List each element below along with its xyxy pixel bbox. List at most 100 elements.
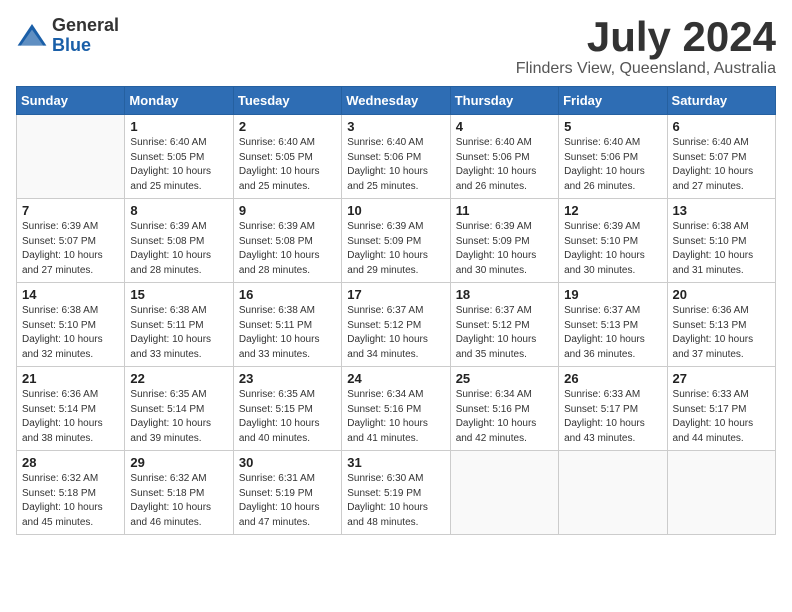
weekday-header-tuesday: Tuesday <box>233 87 341 115</box>
logo-text: General Blue <box>52 16 119 56</box>
day-info: Sunrise: 6:35 AMSunset: 5:15 PMDaylight:… <box>239 388 336 446</box>
day-number: 21 <box>22 371 119 386</box>
calendar-cell <box>559 451 667 535</box>
day-number: 9 <box>239 203 336 218</box>
day-number: 18 <box>456 287 553 302</box>
calendar-cell: 10 Sunrise: 6:39 AMSunset: 5:09 PMDayligh… <box>342 199 450 283</box>
day-info: Sunrise: 6:40 AMSunset: 5:06 PMDaylight:… <box>564 136 661 194</box>
calendar-cell: 26Sunrise: 6:33 AMSunset: 5:17 PMDayligh… <box>559 367 667 451</box>
day-info: Sunrise: 6:39 AMSunset: 5:08 PMDaylight:… <box>130 220 227 278</box>
calendar-cell: 18 Sunrise: 6:37 AMSunset: 5:12 PMDayligh… <box>450 283 558 367</box>
calendar-cell: 29 Sunrise: 6:32 AMSunset: 5:18 PMDayligh… <box>125 451 233 535</box>
day-info: Sunrise: 6:40 AMSunset: 5:05 PMDaylight:… <box>239 136 336 194</box>
calendar-cell: 17 Sunrise: 6:37 AMSunset: 5:12 PMDayligh… <box>342 283 450 367</box>
calendar-cell: 20 Sunrise: 6:36 AMSunset: 5:13 PMDayligh… <box>667 283 775 367</box>
day-info: Sunrise: 6:36 AMSunset: 5:14 PMDaylight:… <box>22 388 119 446</box>
day-number: 24 <box>347 371 444 386</box>
calendar-cell <box>17 115 125 199</box>
day-info: Sunrise: 6:40 AMSunset: 5:06 PMDaylight:… <box>456 136 553 194</box>
calendar-cell: 11 Sunrise: 6:39 AMSunset: 5:09 PMDayligh… <box>450 199 558 283</box>
day-info: Sunrise: 6:30 AMSunset: 5:19 PMDaylight:… <box>347 472 444 530</box>
day-info: Sunrise: 6:37 AMSunset: 5:12 PMDaylight:… <box>456 304 553 362</box>
calendar-cell <box>667 451 775 535</box>
calendar-cell: 14 Sunrise: 6:38 AMSunset: 5:10 PMDayligh… <box>17 283 125 367</box>
day-number: 14 <box>22 287 119 302</box>
day-number: 4 <box>456 119 553 134</box>
day-info: Sunrise: 6:33 AMSunset: 5:17 PMDaylight:… <box>564 388 661 446</box>
day-number: 12 <box>564 203 661 218</box>
weekday-header-monday: Monday <box>125 87 233 115</box>
day-info: Sunrise: 6:39 AMSunset: 5:10 PMDaylight:… <box>564 220 661 278</box>
calendar-cell: 1Sunrise: 6:40 AMSunset: 5:05 PMDaylight… <box>125 115 233 199</box>
logo-icon <box>16 20 48 52</box>
calendar-week-2: 7 Sunrise: 6:39 AMSunset: 5:07 PMDaylight… <box>17 199 776 283</box>
calendar-cell: 30 Sunrise: 6:31 AMSunset: 5:19 PMDayligh… <box>233 451 341 535</box>
calendar-cell: 16Sunrise: 6:38 AMSunset: 5:11 PMDayligh… <box>233 283 341 367</box>
day-info: Sunrise: 6:32 AMSunset: 5:18 PMDaylight:… <box>130 472 227 530</box>
day-info: Sunrise: 6:32 AMSunset: 5:18 PMDaylight:… <box>22 472 119 530</box>
day-number: 7 <box>22 203 119 218</box>
calendar-cell: 27 Sunrise: 6:33 AMSunset: 5:17 PMDayligh… <box>667 367 775 451</box>
day-info: Sunrise: 6:37 AMSunset: 5:13 PMDaylight:… <box>564 304 661 362</box>
calendar-cell: 6 Sunrise: 6:40 AMSunset: 5:07 PMDaylight… <box>667 115 775 199</box>
day-number: 16 <box>239 287 336 302</box>
calendar-cell: 2 Sunrise: 6:40 AMSunset: 5:05 PMDaylight… <box>233 115 341 199</box>
day-number: 27 <box>673 371 770 386</box>
weekday-header-sunday: Sunday <box>17 87 125 115</box>
day-number: 15 <box>130 287 227 302</box>
day-info: Sunrise: 6:36 AMSunset: 5:13 PMDaylight:… <box>673 304 770 362</box>
day-number: 11 <box>456 203 553 218</box>
day-number: 20 <box>673 287 770 302</box>
day-info: Sunrise: 6:40 AMSunset: 5:05 PMDaylight:… <box>130 136 227 194</box>
calendar-cell: 22Sunrise: 6:35 AMSunset: 5:14 PMDayligh… <box>125 367 233 451</box>
weekday-header-thursday: Thursday <box>450 87 558 115</box>
logo-blue: Blue <box>52 35 91 55</box>
calendar-week-3: 14 Sunrise: 6:38 AMSunset: 5:10 PMDayligh… <box>17 283 776 367</box>
day-info: Sunrise: 6:39 AMSunset: 5:08 PMDaylight:… <box>239 220 336 278</box>
day-info: Sunrise: 6:37 AMSunset: 5:12 PMDaylight:… <box>347 304 444 362</box>
page-header: General Blue July 2024 Flinders View, Qu… <box>16 16 776 78</box>
day-info: Sunrise: 6:34 AMSunset: 5:16 PMDaylight:… <box>347 388 444 446</box>
calendar-cell: 24 Sunrise: 6:34 AMSunset: 5:16 PMDayligh… <box>342 367 450 451</box>
day-info: Sunrise: 6:33 AMSunset: 5:17 PMDaylight:… <box>673 388 770 446</box>
day-number: 30 <box>239 455 336 470</box>
day-info: Sunrise: 6:39 AMSunset: 5:07 PMDaylight:… <box>22 220 119 278</box>
calendar-week-5: 28 Sunrise: 6:32 AMSunset: 5:18 PMDayligh… <box>17 451 776 535</box>
logo: General Blue <box>16 16 119 56</box>
day-number: 6 <box>673 119 770 134</box>
day-number: 10 <box>347 203 444 218</box>
calendar-cell: 7 Sunrise: 6:39 AMSunset: 5:07 PMDaylight… <box>17 199 125 283</box>
day-info: Sunrise: 6:34 AMSunset: 5:16 PMDaylight:… <box>456 388 553 446</box>
day-number: 28 <box>22 455 119 470</box>
calendar-cell: 3 Sunrise: 6:40 AMSunset: 5:06 PMDaylight… <box>342 115 450 199</box>
calendar-cell: 31Sunrise: 6:30 AMSunset: 5:19 PMDayligh… <box>342 451 450 535</box>
day-info: Sunrise: 6:39 AMSunset: 5:09 PMDaylight:… <box>456 220 553 278</box>
day-number: 17 <box>347 287 444 302</box>
calendar-cell: 9 Sunrise: 6:39 AMSunset: 5:08 PMDaylight… <box>233 199 341 283</box>
day-number: 29 <box>130 455 227 470</box>
weekday-header-row: SundayMondayTuesdayWednesdayThursdayFrid… <box>17 87 776 115</box>
day-number: 22 <box>130 371 227 386</box>
day-info: Sunrise: 6:31 AMSunset: 5:19 PMDaylight:… <box>239 472 336 530</box>
day-number: 25 <box>456 371 553 386</box>
day-info: Sunrise: 6:40 AMSunset: 5:07 PMDaylight:… <box>673 136 770 194</box>
location-title: Flinders View, Queensland, Australia <box>516 60 776 78</box>
day-info: Sunrise: 6:39 AMSunset: 5:09 PMDaylight:… <box>347 220 444 278</box>
day-number: 2 <box>239 119 336 134</box>
calendar-cell: 8 Sunrise: 6:39 AMSunset: 5:08 PMDaylight… <box>125 199 233 283</box>
weekday-header-friday: Friday <box>559 87 667 115</box>
calendar-cell: 15Sunrise: 6:38 AMSunset: 5:11 PMDayligh… <box>125 283 233 367</box>
calendar-cell: 21 Sunrise: 6:36 AMSunset: 5:14 PMDayligh… <box>17 367 125 451</box>
calendar-cell: 25 Sunrise: 6:34 AMSunset: 5:16 PMDayligh… <box>450 367 558 451</box>
calendar-cell: 19Sunrise: 6:37 AMSunset: 5:13 PMDayligh… <box>559 283 667 367</box>
day-info: Sunrise: 6:38 AMSunset: 5:10 PMDaylight:… <box>22 304 119 362</box>
logo-general: General <box>52 15 119 35</box>
weekday-header-saturday: Saturday <box>667 87 775 115</box>
day-number: 3 <box>347 119 444 134</box>
day-number: 8 <box>130 203 227 218</box>
day-info: Sunrise: 6:40 AMSunset: 5:06 PMDaylight:… <box>347 136 444 194</box>
calendar-week-1: 1Sunrise: 6:40 AMSunset: 5:05 PMDaylight… <box>17 115 776 199</box>
day-number: 13 <box>673 203 770 218</box>
calendar-cell: 23Sunrise: 6:35 AMSunset: 5:15 PMDayligh… <box>233 367 341 451</box>
calendar-cell: 5Sunrise: 6:40 AMSunset: 5:06 PMDaylight… <box>559 115 667 199</box>
